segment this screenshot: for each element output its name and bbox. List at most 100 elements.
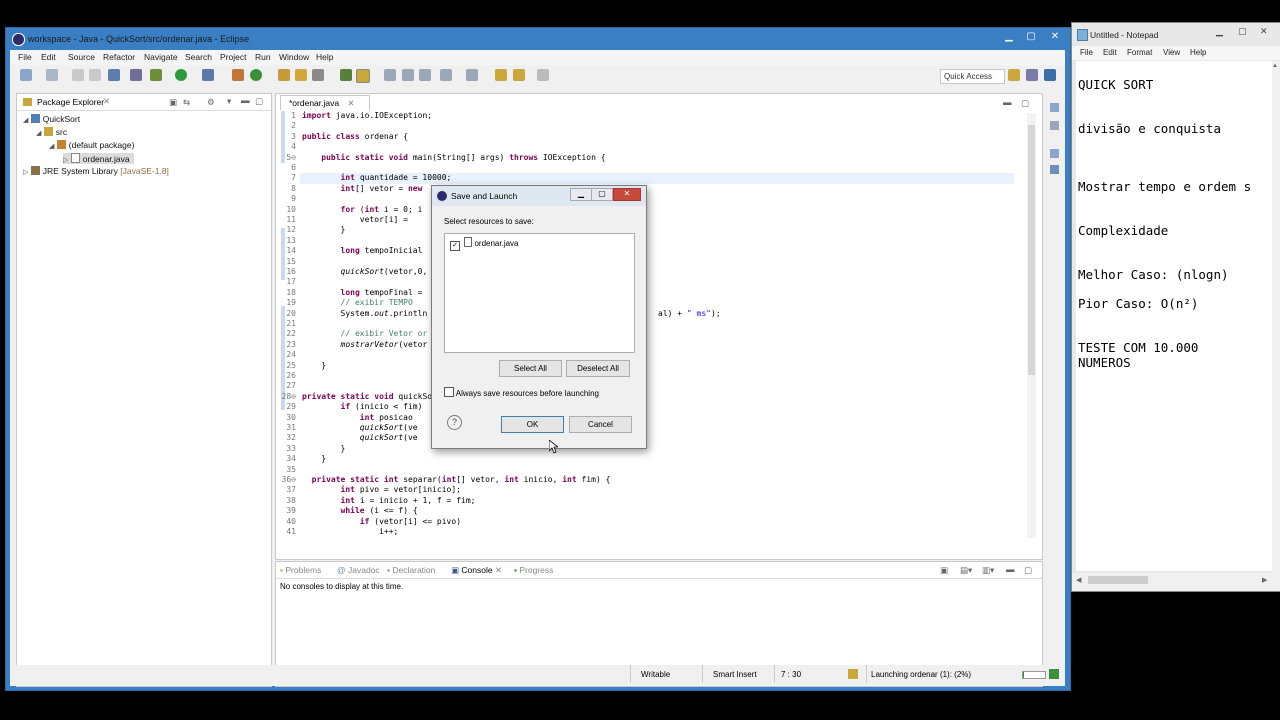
new-package-icon[interactable] [232, 69, 244, 81]
help-icon[interactable]: ? [447, 415, 462, 430]
code-line[interactable]: long tempoInicial [302, 246, 423, 255]
menu-edit[interactable]: Edit [41, 52, 56, 62]
new-class-icon[interactable] [250, 69, 262, 81]
progress-view-icon[interactable] [1049, 669, 1059, 679]
minimize-icon[interactable]: ▁ [1216, 26, 1223, 37]
menu-search[interactable]: Search [185, 52, 212, 62]
close-tab-icon[interactable]: ✕ [347, 98, 354, 108]
forward-icon[interactable] [537, 69, 549, 81]
notepad-vscroll[interactable]: ▲ [1272, 61, 1280, 573]
code-line[interactable]: // exibir Vetor or [302, 329, 428, 338]
menu-edit[interactable]: Edit [1103, 48, 1117, 57]
always-save-option[interactable]: Always save resources before launching [444, 387, 599, 398]
always-save-checkbox[interactable] [444, 387, 454, 397]
scroll-right-icon[interactable]: ▶ [1262, 576, 1267, 584]
display-console-icon[interactable]: ▣ [940, 565, 948, 576]
status-progress-text[interactable]: Launching ordenar (1): (2%) [871, 670, 971, 679]
menu-file[interactable]: File [1080, 48, 1093, 57]
editor-tab-ordenar[interactable]: *ordenar.java ✕ [280, 95, 370, 110]
menu-help[interactable]: Help [1190, 48, 1206, 57]
dialog-titlebar[interactable]: Save and Launch ▁ ▢ ✕ [432, 186, 646, 206]
toggle-highlight-icon[interactable] [356, 69, 370, 83]
code-line[interactable]: if (inicio < fim) [302, 402, 423, 411]
menu-run[interactable]: Run [255, 52, 271, 62]
expand-arrow-icon[interactable]: ◢ [49, 143, 54, 150]
code-line[interactable]: int posicao [302, 413, 413, 422]
skip-breakpoints-icon[interactable] [130, 69, 142, 81]
link-editor-icon[interactable]: ⇆ [183, 97, 190, 108]
debug-icon[interactable] [150, 69, 162, 81]
scroll-left-icon[interactable]: ◀ [1076, 576, 1081, 584]
tab-progress[interactable]: ▪ Progress [514, 565, 553, 575]
code-line[interactable]: int i = inicio + 1, f = fim; [302, 496, 476, 505]
tab-declaration[interactable]: ▪ Declaration [387, 565, 435, 575]
maximize-icon[interactable]: ▢ [1018, 30, 1044, 44]
code-line[interactable]: i++; [302, 527, 398, 536]
code-area[interactable]: 1 import java.io.IOException; 2 3 public cla… [276, 111, 1022, 558]
menu-help[interactable]: Help [316, 52, 333, 62]
code-line[interactable]: for (int i = 0; i [302, 205, 423, 214]
package-explorer-tab[interactable]: Package Explorer [37, 97, 104, 107]
task-list-icon[interactable] [1050, 165, 1059, 174]
save-all-icon[interactable] [89, 69, 101, 81]
code-line[interactable]: // exibir TEMPO [302, 298, 413, 307]
code-line[interactable]: if (vetor[i] <= pivo) [302, 517, 461, 526]
expand-arrow-icon[interactable]: ◢ [36, 130, 41, 137]
code-line[interactable]: mostrarVetor(vetor [302, 340, 428, 349]
code-line[interactable]: while (i <= f) { [302, 506, 418, 515]
next-annotation-icon[interactable] [440, 69, 452, 81]
code-line[interactable]: import java.io.IOException; [302, 111, 432, 120]
notepad-text-area[interactable]: QUICK SORT divisão e conquista Mostrar t… [1076, 61, 1272, 571]
notepad-titlebar[interactable]: Untitled - Notepad ▁ ▢ ✕ [1072, 23, 1280, 45]
maximize-view-icon[interactable]: ▢ [1021, 98, 1029, 109]
minimize-view-icon[interactable]: ▬ [1006, 564, 1015, 574]
maximize-icon[interactable]: ▢ [591, 188, 613, 201]
code-line[interactable]: quickSort(ve [302, 433, 418, 442]
open-folder-icon[interactable] [295, 69, 307, 81]
pin-console-icon[interactable]: ▤▾ [960, 565, 972, 576]
code-line[interactable]: } [302, 444, 346, 453]
menu-navigate[interactable]: Navigate [144, 52, 178, 62]
minimize-icon[interactable]: ▁ [570, 188, 592, 201]
new-wizard-icon[interactable] [46, 69, 58, 81]
paragraph-icon[interactable] [419, 69, 431, 81]
list-item[interactable]: ✓ ordenar.java [450, 237, 519, 251]
back-icon[interactable] [495, 69, 507, 81]
menu-format[interactable]: Format [1127, 48, 1152, 57]
code-line[interactable]: vetor[i] = [302, 215, 408, 224]
code-line[interactable]: } [302, 225, 346, 234]
tree-folder-src[interactable]: ◢ src [36, 127, 67, 137]
tree-jre-library[interactable]: ▷ JRE System Library [JavaSE-1.8] [23, 166, 169, 176]
deselect-all-button[interactable]: Deselect All [566, 360, 630, 377]
code-line[interactable]: quickSort(vetor,0, [302, 267, 428, 276]
prev-annotation-icon[interactable] [466, 69, 478, 81]
restore-icon[interactable] [1050, 149, 1059, 158]
focus-icon[interactable]: ⚙ [207, 97, 215, 108]
code-line[interactable]: private static void quickSo [302, 392, 432, 401]
open-type-icon[interactable] [278, 69, 290, 81]
progress-bar[interactable] [1022, 671, 1046, 679]
run-icon[interactable] [175, 69, 187, 81]
code-line[interactable]: public static void main(String[] args) t… [302, 153, 605, 162]
progress-icon[interactable] [848, 669, 858, 679]
tree-project-quicksort[interactable]: ◢ QuickSort [23, 114, 80, 124]
undo-nav-icon[interactable] [513, 69, 525, 81]
menu-source[interactable]: Source [68, 52, 95, 62]
search-icon[interactable] [312, 69, 324, 81]
select-all-button[interactable]: Select All [499, 360, 562, 377]
minimize-view-icon[interactable]: ▬ [1003, 97, 1012, 107]
menu-window[interactable]: Window [279, 52, 309, 62]
code-line[interactable]: long tempoFinal = [302, 288, 423, 297]
close-icon[interactable]: ✕ [613, 188, 641, 201]
code-line[interactable]: int pivo = vetor[inicio]; [302, 485, 461, 494]
cancel-button[interactable]: Cancel [569, 416, 632, 433]
resource-checkbox[interactable]: ✓ [450, 241, 460, 251]
code-line[interactable]: private static int separar(int[] vetor, … [302, 475, 611, 484]
outline-icon[interactable] [1050, 121, 1059, 130]
open-perspective-icon[interactable] [1008, 69, 1020, 81]
restore-icon[interactable] [1050, 103, 1059, 112]
maximize-view-icon[interactable]: ▢ [1024, 565, 1032, 576]
toggle-mark-icon[interactable] [340, 69, 352, 81]
quick-access-input[interactable]: Quick Access [940, 69, 1005, 84]
tab-javadoc[interactable]: @ Javadoc [337, 565, 380, 575]
